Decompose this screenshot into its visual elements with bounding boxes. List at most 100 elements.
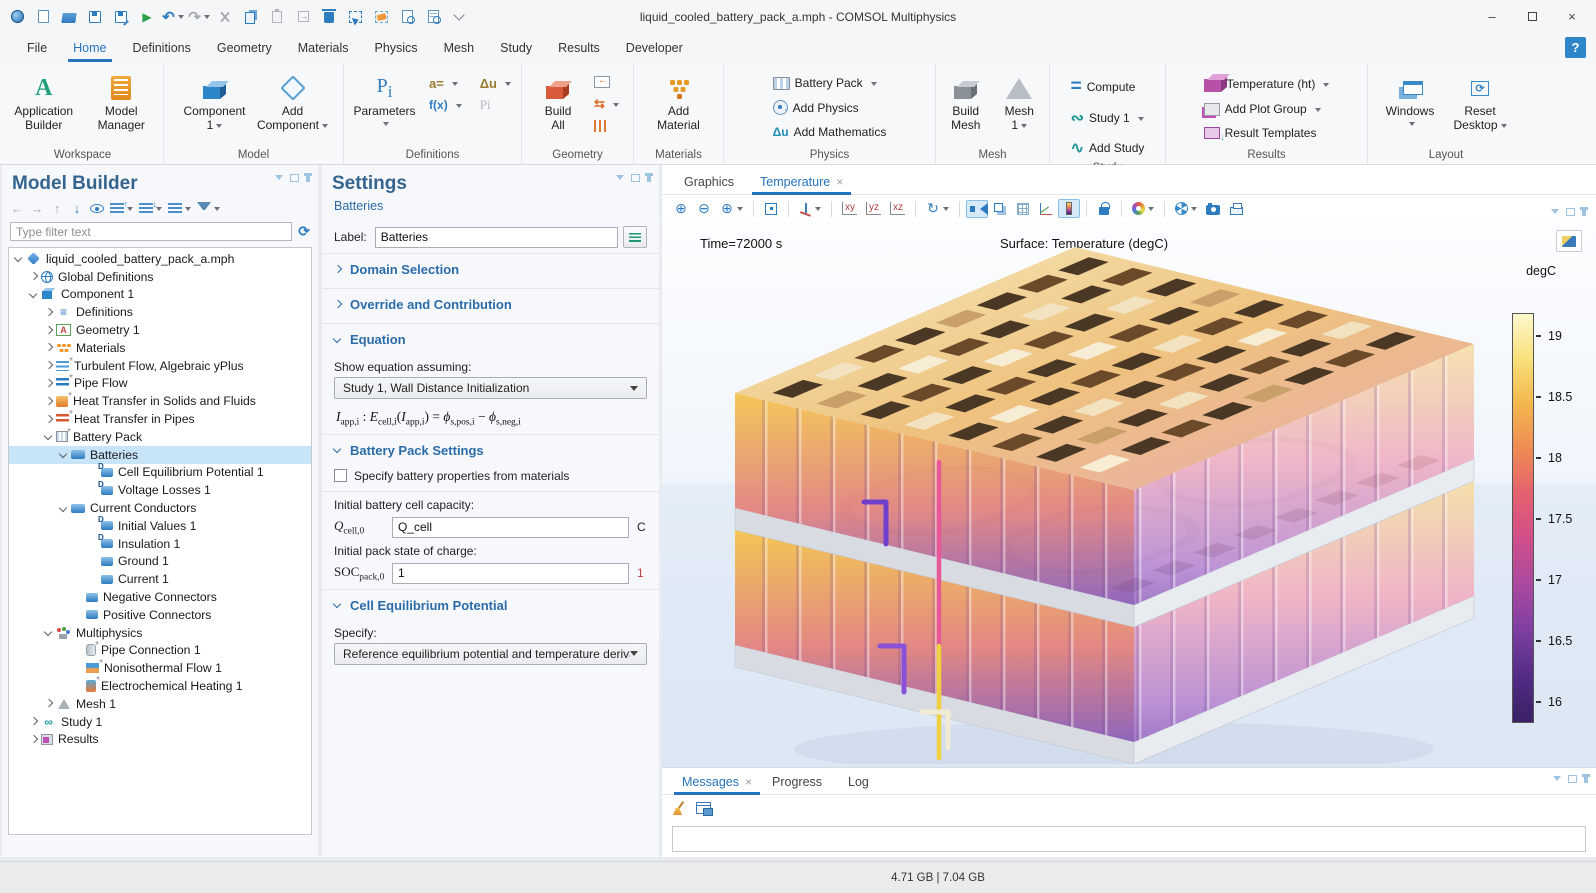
expander-icon[interactable] (58, 449, 69, 460)
add-plot-group-button[interactable]: Add Plot Group (1198, 100, 1336, 118)
tree-item[interactable]: Initial Values 1 (9, 517, 311, 535)
q-cell-input[interactable] (392, 517, 629, 538)
grid-icon[interactable] (1012, 200, 1034, 218)
cut-icon[interactable] (212, 5, 238, 29)
help-button[interactable]: ? (1565, 37, 1586, 58)
separator[interactable] (959, 201, 960, 217)
battery-pack-button[interactable]: Battery Pack (767, 74, 893, 92)
panel-window-controls[interactable] (1551, 209, 1586, 218)
tree-item[interactable]: Negative Connectors (9, 588, 311, 606)
tree-item[interactable]: Nonisothermal Flow 1 (9, 659, 311, 677)
clear-messages-icon[interactable] (672, 801, 688, 815)
study-1-button[interactable]: ∾Study 1 (1065, 106, 1151, 130)
collapse-all-icon[interactable] (137, 201, 164, 216)
close-button[interactable]: × (1552, 3, 1592, 31)
build-all-button[interactable]: Build All (530, 66, 586, 147)
menu-study[interactable]: Study (487, 36, 545, 60)
expander-icon[interactable] (43, 360, 54, 371)
tree-item[interactable]: Insulation 1 (9, 535, 311, 553)
close-tab-icon[interactable]: × (836, 175, 843, 189)
expander-icon[interactable] (43, 414, 54, 425)
tree-item[interactable]: Global Definitions (9, 268, 311, 286)
select-box-icon[interactable] (342, 5, 368, 29)
tree-item[interactable]: Voltage Losses 1 (9, 481, 311, 499)
soc-input[interactable] (392, 563, 629, 584)
tree-item[interactable]: Geometry 1 (9, 321, 311, 339)
transparency-icon[interactable] (989, 200, 1011, 218)
variables-button[interactable]: a= (423, 74, 468, 93)
delete-icon[interactable] (316, 5, 342, 29)
specify-from-materials-checkbox[interactable] (334, 469, 347, 482)
plot-thumbnail-button[interactable] (1556, 230, 1582, 252)
node-sections-icon[interactable] (166, 201, 193, 216)
expander-icon[interactable] (43, 325, 54, 336)
parameter-case-button[interactable]: Pi (474, 95, 517, 115)
copy-icon[interactable] (238, 5, 264, 29)
tab-progress[interactable]: Progress (762, 770, 838, 794)
remove-details-button[interactable] (588, 118, 625, 134)
tree-item[interactable]: Turbulent Flow, Algebraic yPlus (9, 357, 311, 375)
view-orientation-icon[interactable] (795, 200, 825, 218)
messages-table-icon[interactable] (696, 802, 711, 814)
panel-window-controls[interactable] (1553, 776, 1588, 785)
tree-item[interactable]: Heat Transfer in Pipes (9, 410, 311, 428)
model-manager-button[interactable]: Model Manager (84, 66, 160, 147)
label-input[interactable] (375, 227, 618, 248)
separator[interactable] (1164, 201, 1165, 217)
compute-button[interactable]: =Compute (1065, 74, 1151, 100)
zoom-in-icon[interactable]: ⊕ (670, 197, 692, 220)
zoom-out-icon[interactable]: ⊖ (693, 197, 715, 220)
tab-graphics[interactable]: Graphics (674, 170, 750, 194)
windows-button[interactable]: Windows (1377, 66, 1443, 147)
add-material-button[interactable]: Add Material (644, 66, 714, 147)
cep-specify-dropdown[interactable]: Reference equilibrium potential and temp… (334, 643, 647, 665)
tree-item[interactable]: Pipe Connection 1 (9, 642, 311, 660)
duplicate-icon[interactable] (290, 5, 316, 29)
rename-button[interactable] (623, 226, 647, 248)
separator[interactable] (1086, 201, 1087, 217)
zoom-box-icon[interactable]: ⊕ (716, 197, 747, 220)
undo-icon[interactable]: ↶ (160, 5, 186, 29)
add-mathematics-button[interactable]: ΔuAdd Mathematics (767, 123, 893, 141)
menu-file[interactable]: File (14, 36, 60, 60)
filter-input[interactable] (10, 222, 292, 241)
tree-item[interactable]: Mesh 1 (9, 695, 311, 713)
rotate-icon[interactable]: ↻ (922, 197, 953, 220)
filter-icon[interactable] (195, 200, 222, 218)
tree-item[interactable]: liquid_cooled_battery_pack_a.mph (9, 250, 311, 268)
application-builder-button[interactable]: A Application Builder (6, 66, 82, 147)
move-down-icon[interactable]: ↓ (68, 199, 86, 218)
expander-icon[interactable] (13, 253, 24, 264)
view-yz-icon[interactable]: yz (862, 199, 885, 218)
menu-physics[interactable]: Physics (361, 36, 430, 60)
scene-light-icon[interactable] (966, 200, 988, 218)
expander-icon[interactable] (43, 378, 54, 389)
tree-item[interactable]: Pipe Flow (9, 375, 311, 393)
menu-mesh[interactable]: Mesh (431, 36, 488, 60)
expander-icon[interactable] (43, 342, 54, 353)
close-tab-icon[interactable]: × (745, 775, 752, 789)
import-geometry-button[interactable] (588, 74, 625, 90)
nonlocal-couplings-button[interactable]: Δu (474, 74, 517, 93)
minimize-button[interactable]: – (1472, 3, 1512, 31)
tab-temperature[interactable]: Temperature× (750, 170, 853, 194)
maximize-button[interactable] (1512, 3, 1552, 31)
separator[interactable] (1121, 201, 1122, 217)
environment-icon[interactable] (1171, 199, 1201, 218)
menu-results[interactable]: Results (545, 36, 613, 60)
tree-item[interactable]: Multiphysics (9, 624, 311, 642)
tab-log[interactable]: Log (838, 770, 885, 794)
expander-icon[interactable] (43, 627, 54, 638)
expander-icon[interactable] (58, 503, 69, 514)
color-palette-icon[interactable] (1128, 199, 1158, 218)
print-icon[interactable] (1225, 200, 1247, 218)
panel-window-controls[interactable] (275, 175, 310, 184)
expander-icon[interactable] (28, 271, 39, 282)
zoom-extents-icon[interactable] (760, 200, 782, 218)
separator[interactable] (831, 201, 832, 217)
redo-icon[interactable]: ↷ (186, 5, 212, 29)
tree-item[interactable]: Heat Transfer in Solids and Fluids (9, 392, 311, 410)
nav-back-icon[interactable]: ← (8, 199, 26, 218)
toolbar-overflow-icon[interactable] (446, 5, 472, 29)
save-icon[interactable] (82, 5, 108, 29)
